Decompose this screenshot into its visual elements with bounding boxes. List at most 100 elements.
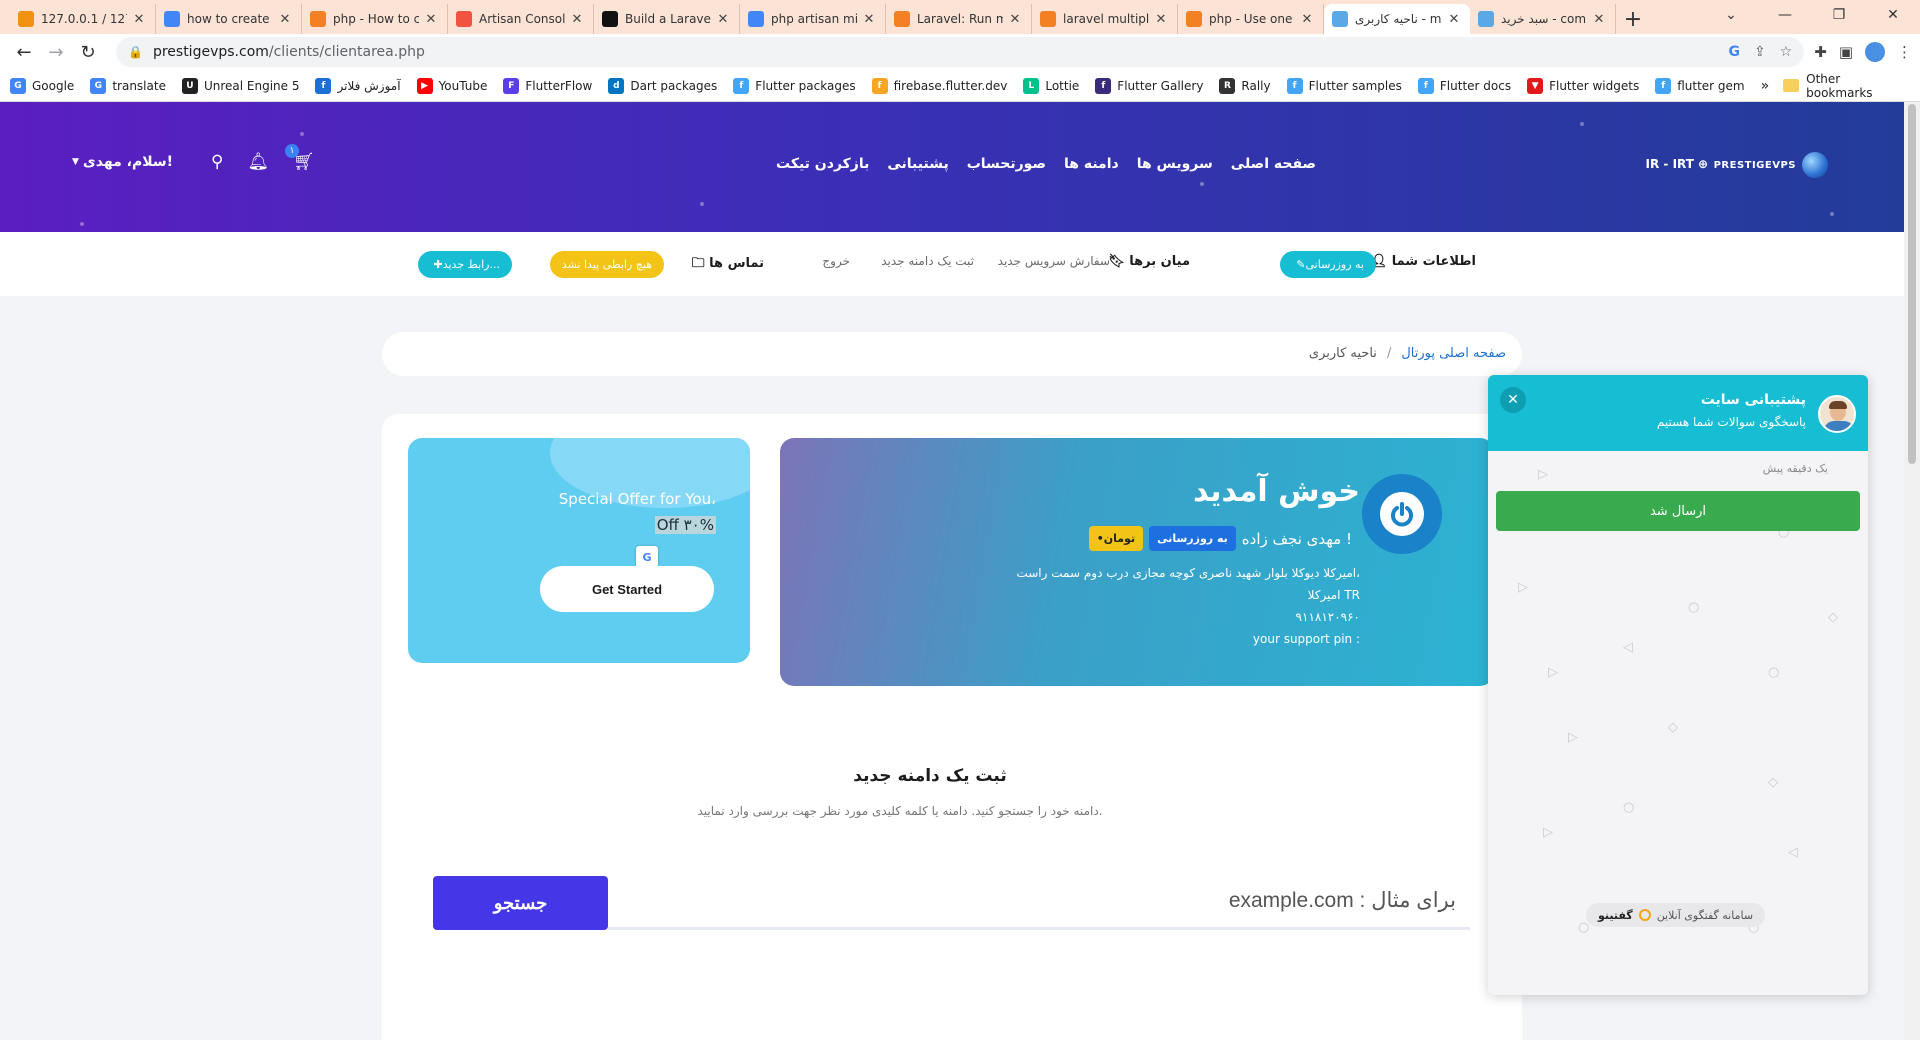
chat-footer[interactable]: گفتینو سامانه گفتگوی آنلاین	[1586, 903, 1766, 927]
main-nav-item[interactable]: پشتیبانی	[887, 156, 948, 172]
reload-button[interactable]: ↻	[72, 36, 104, 68]
main-nav-item[interactable]: دامنه ها	[1064, 156, 1119, 172]
browser-tab[interactable]: php - Use one L ✕	[1178, 4, 1324, 34]
language-label: IR - IRT	[1645, 157, 1694, 171]
browser-tab[interactable]: Build a Laravel a ✕	[594, 4, 740, 34]
update-badge[interactable]: به روزرسانی	[1149, 526, 1236, 551]
site-logo[interactable]: PRESTIGEVPS	[1714, 152, 1828, 178]
tab-search-icon[interactable]: ⌄	[1704, 0, 1758, 30]
sub-navigation: 👤︎ اطلاعات شما ✎ به روزرسانی 🔖︎ میان بره…	[0, 232, 1904, 296]
bookmark-item[interactable]: f Flutter Gallery	[1095, 77, 1203, 94]
bookmark-item[interactable]: L Lottie	[1023, 77, 1079, 94]
domain-search-input[interactable]	[608, 874, 1470, 930]
bookmark-item[interactable]: G Google	[10, 77, 74, 94]
close-icon[interactable]: ✕	[1500, 387, 1526, 413]
translate-icon[interactable]: G	[636, 546, 658, 568]
tab-close-icon[interactable]: ✕	[1591, 12, 1607, 27]
browser-tab[interactable]: php artisan mig ✕	[740, 4, 886, 34]
tab-close-icon[interactable]: ✕	[423, 12, 439, 27]
tab-close-icon[interactable]: ✕	[277, 12, 293, 27]
cart-icon[interactable]: 🛒︎ ۱	[285, 144, 315, 172]
tab-title: Laravel: Run mig	[917, 12, 1003, 26]
scrollbar-thumb[interactable]	[1908, 104, 1916, 464]
browser-tab[interactable]: php - How to cr ✕	[302, 4, 448, 34]
minimize-button[interactable]: —	[1758, 0, 1812, 30]
shortcuts-menu[interactable]: 🔖︎ میان برها	[1108, 254, 1190, 269]
get-started-button[interactable]: Get Started	[540, 566, 714, 612]
bookmark-item[interactable]: R Rally	[1219, 77, 1271, 94]
side-panel-icon[interactable]: ▣	[1839, 43, 1853, 61]
tab-title: php - How to cr	[333, 12, 419, 26]
extensions-icon[interactable]: ✚	[1814, 43, 1827, 61]
share-icon[interactable]: ⇪	[1754, 44, 1766, 60]
tab-close-icon[interactable]: ✕	[1299, 12, 1315, 27]
tab-close-icon[interactable]: ✕	[1007, 12, 1023, 27]
new-contact-button[interactable]: ✚ رابط جدید...	[417, 251, 512, 278]
bookmark-label: firebase.flutter.dev	[893, 78, 1008, 93]
other-bookmarks-folder[interactable]: Other bookmarks	[1783, 72, 1910, 100]
tab-title: laravel multiple	[1063, 12, 1149, 26]
account-info: امیرکلا دیوکلا بلوار شهید ناصری کوچه مجا…	[1016, 562, 1360, 650]
search-icon[interactable]: ⚲	[211, 152, 223, 172]
language-selector[interactable]: IR - IRT ⊕	[1646, 157, 1708, 171]
bookmark-item[interactable]: f Flutter docs	[1417, 77, 1511, 94]
maximize-button[interactable]: ❐	[1812, 0, 1866, 30]
chat-header: ✕ پشتیبانی سایت پاسخگوی سوالات شما هستیم	[1488, 375, 1868, 451]
more-bookmarks-button[interactable]: »	[1761, 78, 1770, 94]
browser-tab[interactable]: ناحیه کاربری - m ✕	[1324, 4, 1470, 34]
main-nav-item[interactable]: سرویس ها	[1137, 156, 1213, 172]
bookmark-item[interactable]: f flutter gem	[1655, 77, 1745, 94]
tab-close-icon[interactable]: ✕	[131, 12, 147, 27]
main-nav-item[interactable]: بازکردن تیکت	[776, 156, 869, 172]
bookmark-item[interactable]: ▼ Flutter widgets	[1527, 77, 1639, 94]
tab-favicon-icon	[1478, 11, 1494, 27]
bookmark-item[interactable]: F FlutterFlow	[503, 77, 592, 94]
bookmark-item[interactable]: f Flutter samples	[1286, 77, 1402, 94]
address-bar[interactable]: 🔒 prestigevps.com/clients/clientarea.php…	[116, 37, 1805, 67]
order-service-link[interactable]: سفارش سرویس جدید	[998, 254, 1110, 268]
main-nav-item[interactable]: صفحه اصلی	[1231, 156, 1316, 172]
decor-circle: ○	[1623, 800, 1635, 815]
browser-tab[interactable]: 127.0.0.1 / 127.0 ✕	[10, 4, 156, 34]
user-menu[interactable]: ▼ سلام، مهدی!	[72, 154, 173, 170]
browser-tab[interactable]: laravel multiple ✕	[1032, 4, 1178, 34]
browser-tab[interactable]: سبد خرید - com. ✕	[1470, 4, 1616, 34]
tab-close-icon[interactable]: ✕	[861, 12, 877, 27]
site-header: PRESTIGEVPS IR - IRT ⊕ صفحه اصلی سرویس ها…	[0, 102, 1904, 232]
bookmark-star-icon[interactable]: ☆	[1780, 44, 1793, 60]
bookmark-item[interactable]: f firebase.flutter.dev	[871, 77, 1008, 94]
tab-close-icon[interactable]: ✕	[569, 12, 585, 27]
profile-link[interactable]: 👤︎ اطلاعات شما	[1371, 254, 1476, 269]
domain-search-button[interactable]: جستجو	[433, 876, 608, 930]
bookmark-item[interactable]: ▶ YouTube	[416, 77, 487, 94]
contacts-menu[interactable]: 🗀 تماس ها	[692, 254, 764, 276]
google-icon[interactable]: G	[1728, 44, 1740, 60]
menu-icon[interactable]: ⋮	[1897, 43, 1912, 61]
main-nav-item[interactable]: صورتحساب	[967, 156, 1046, 172]
tab-close-icon[interactable]: ✕	[715, 12, 731, 27]
browser-tab[interactable]: Artisan Console ✕	[448, 4, 594, 34]
forward-button[interactable]: →	[40, 36, 72, 68]
notification-bell-icon[interactable]: 🔔︎	[247, 152, 269, 172]
bookmark-item[interactable]: Gtranslate	[90, 77, 166, 94]
bookmark-item[interactable]: U Unreal Engine 5	[181, 77, 299, 94]
bookmark-favicon-icon: f	[315, 77, 332, 94]
page-scrollbar[interactable]	[1904, 102, 1920, 1040]
new-tab-button[interactable]: +	[1616, 4, 1650, 34]
tab-favicon-icon	[456, 11, 472, 27]
close-window-button[interactable]: ✕	[1866, 0, 1920, 30]
decor-diamond: ◇	[1768, 775, 1778, 790]
register-domain-link[interactable]: ثبت یک دامنه جدید	[881, 254, 974, 268]
bookmark-item[interactable]: f Flutter packages	[733, 77, 856, 94]
breadcrumb-home-link[interactable]: صفحه اصلی پورتال	[1401, 346, 1506, 361]
bookmark-item[interactable]: d Dart packages	[608, 77, 717, 94]
profile-avatar[interactable]	[1865, 42, 1885, 62]
bookmark-item[interactable]: f آموزش فلاتر	[315, 77, 401, 94]
tab-close-icon[interactable]: ✕	[1153, 12, 1169, 27]
logout-link[interactable]: خروج	[822, 254, 850, 268]
browser-tab[interactable]: how to create n ✕	[156, 4, 302, 34]
tab-close-icon[interactable]: ✕	[1446, 12, 1462, 27]
update-profile-button[interactable]: ✎ به روزرسانی	[1280, 251, 1376, 278]
back-button[interactable]: ←	[8, 36, 40, 68]
browser-tab[interactable]: Laravel: Run mig ✕	[886, 4, 1032, 34]
